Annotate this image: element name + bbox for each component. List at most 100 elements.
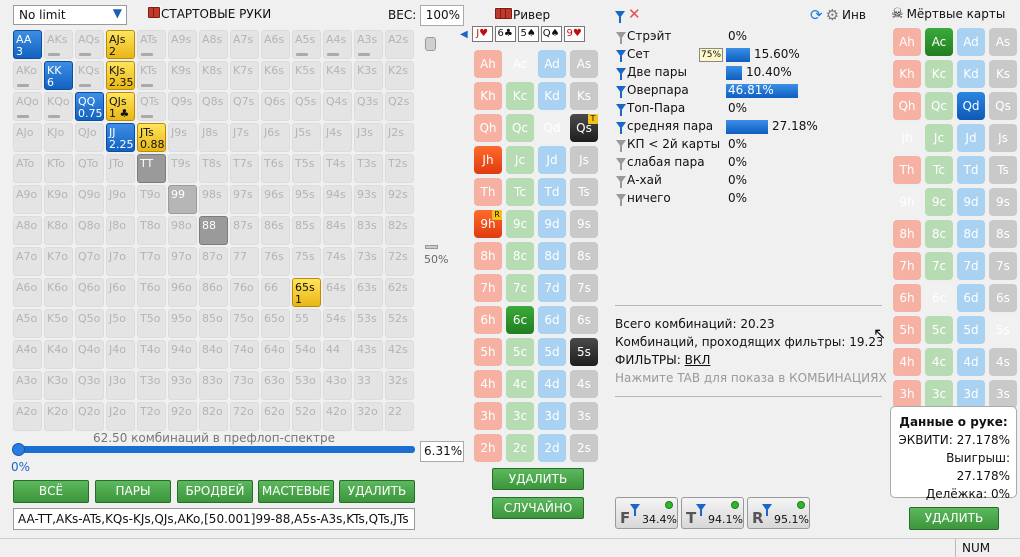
card-Kd[interactable]: Kd [538,82,566,110]
delete-board-button[interactable]: УДАЛИТЬ [492,468,584,490]
hand-cell[interactable]: 55 [292,309,321,338]
delete-dead-cards-button[interactable]: УДАЛИТЬ [909,507,999,530]
board-card[interactable]: 6♣ [494,26,516,42]
suited-button[interactable]: МАСТЕВЫЕ [258,480,334,503]
card-5c[interactable]: 5c [506,338,534,366]
card-7c[interactable]: 7c [506,274,534,302]
hand-cell[interactable]: 92s [385,185,414,214]
hand-cell[interactable]: 94o [168,340,197,369]
hand-cell[interactable]: 95o [168,309,197,338]
hand-cell[interactable]: AKo [13,61,42,90]
hand-cell[interactable]: J3o [106,371,135,400]
card-9s[interactable]: 9s [989,188,1017,216]
card-3h[interactable]: 3h [474,402,502,430]
hand-cell[interactable]: 98s [199,185,228,214]
hand-cell[interactable]: 53s [354,309,383,338]
hand-cell[interactable]: Q5s [292,92,321,121]
board-card[interactable]: 5♠ [517,26,539,42]
filter-icon[interactable] [616,68,626,80]
card-7h[interactable]: 7h [893,252,921,280]
hand-cell[interactable]: K5o [44,309,73,338]
hand-cell[interactable]: 88 [199,216,228,245]
hand-cell[interactable]: AJo [13,123,42,152]
filter-icon[interactable] [616,122,626,134]
hand-cell[interactable]: 82s [385,216,414,245]
hand-cell[interactable]: 66 [261,278,290,307]
filter-button-r[interactable]: R 95.1% [747,497,810,529]
hand-cell[interactable]: A2o [13,402,42,431]
hand-cell[interactable]: T6o [137,278,166,307]
weight-input[interactable]: 100% [420,5,464,26]
hand-cell[interactable]: K7s [230,61,259,90]
filter-icon[interactable] [616,50,626,62]
hand-cell[interactable]: K3o [44,371,73,400]
arrow-left-icon[interactable]: ◀ [460,29,468,40]
hand-cell[interactable]: 52s [385,309,414,338]
hand-cell[interactable]: Q6s [261,92,290,121]
card-Js[interactable]: Js [989,124,1017,152]
card-5h[interactable]: 5h [474,338,502,366]
hand-cell[interactable]: T9o [137,185,166,214]
card-8d[interactable]: 8d [957,220,985,248]
hand-cell[interactable]: A9o [13,185,42,214]
card-7c[interactable]: 7c [925,252,953,280]
hand-cell[interactable]: 72o [230,402,259,431]
hand-cell[interactable]: 63s [354,278,383,307]
card-9c[interactable]: 9c [925,188,953,216]
card-Jh[interactable]: Jh [893,124,921,152]
hand-cell[interactable]: JJ 2.25 [106,123,135,152]
hand-cell[interactable]: A4s [323,30,352,59]
hand-cell[interactable]: QQ 0.75 [75,92,104,121]
hand-cell[interactable]: T8o [137,216,166,245]
hand-cell[interactable]: KJs 2.35 [106,61,135,90]
hand-cell[interactable]: Q3s [354,92,383,121]
hand-cell[interactable]: K3s [354,61,383,90]
card-Th[interactable]: Th [893,156,921,184]
card-5d[interactable]: 5d [538,338,566,366]
card-8s[interactable]: 8s [570,242,598,270]
select-all-button[interactable]: ВСЁ [13,480,89,503]
card-2s[interactable]: 2s [570,434,598,462]
hand-cell[interactable]: T2s [385,154,414,183]
card-7d[interactable]: 7d [538,274,566,302]
hand-cell[interactable]: A3o [13,371,42,400]
hand-cell[interactable]: 97s [230,185,259,214]
hand-cell[interactable]: J2o [106,402,135,431]
hand-cell[interactable]: 77 [230,247,259,276]
hand-cell[interactable]: J7s [230,123,259,152]
hand-cell[interactable]: QTs [137,92,166,121]
hand-cell[interactable]: QJs 1 ♣ [106,92,135,121]
card-4h[interactable]: 4h [893,348,921,376]
hand-cell[interactable]: 54o [292,340,321,369]
filter-icon[interactable] [615,10,625,23]
hand-cell[interactable]: 86o [199,278,228,307]
hand-cell[interactable]: AQs [75,30,104,59]
card-Qh[interactable]: Qh [474,114,502,142]
filter-icon[interactable] [616,86,626,98]
hand-cell[interactable]: 53o [292,371,321,400]
filter-icon[interactable] [616,140,626,152]
hand-cell[interactable]: K2s [385,61,414,90]
card-7d[interactable]: 7d [957,252,985,280]
hand-cell[interactable]: 63o [261,371,290,400]
filter-button-f[interactable]: F 34.4% [615,497,678,529]
hand-cell[interactable]: 76s [261,247,290,276]
card-Ah[interactable]: Ah [893,28,921,56]
hand-cell[interactable]: A7s [230,30,259,59]
hand-cell[interactable]: 87s [230,216,259,245]
limit-select[interactable]: No limit ▼ [13,5,127,25]
hand-cell[interactable]: A5s [292,30,321,59]
hand-cell[interactable]: K4o [44,340,73,369]
hand-cell[interactable]: 65o [261,309,290,338]
card-5s[interactable]: 5s [570,338,598,366]
hand-cell[interactable]: J9o [106,185,135,214]
hand-cell[interactable]: 44 [323,340,352,369]
slider-knob[interactable] [425,37,436,51]
hand-cell[interactable]: 83s [354,216,383,245]
card-5d[interactable]: 5d [957,316,985,344]
card-5c[interactable]: 5c [925,316,953,344]
hand-cell[interactable]: 95s [292,185,321,214]
card-Ad[interactable]: Ad [957,28,985,56]
card-Qc[interactable]: Qc [506,114,534,142]
card-Js[interactable]: Js [570,146,598,174]
